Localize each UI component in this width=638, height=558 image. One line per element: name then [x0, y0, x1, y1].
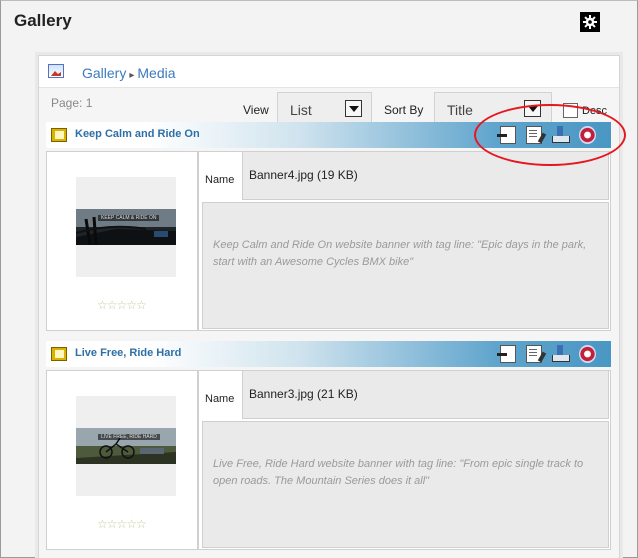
name-label: Name	[205, 174, 235, 186]
column-divider	[197, 152, 199, 330]
delete-icon[interactable]	[579, 345, 596, 363]
file-name-field: Banner3.jpg (21 KB)	[242, 371, 609, 419]
image-type-icon	[51, 128, 67, 142]
page-title: Gallery	[14, 11, 72, 30]
chevron-down-icon[interactable]	[524, 100, 541, 117]
breadcrumb-link-media[interactable]: Media	[137, 65, 175, 81]
name-label: Name	[205, 393, 235, 405]
file-name-value: Banner4.jpg (19 KB)	[249, 168, 358, 182]
description-field: Live Free, Ride Hard website banner with…	[202, 421, 609, 548]
download-icon[interactable]	[552, 345, 570, 363]
description-text: Live Free, Ride Hard website banner with…	[213, 458, 584, 487]
view-select-value: List	[290, 102, 312, 118]
item-title[interactable]: Keep Calm and Ride On	[75, 128, 200, 140]
file-name-value: Banner3.jpg (21 KB)	[249, 387, 358, 401]
item-title[interactable]: Live Free, Ride Hard	[75, 347, 181, 359]
chevron-down-icon[interactable]	[345, 100, 362, 117]
file-name-field: Banner4.jpg (19 KB)	[242, 152, 609, 200]
banner-image: LIVE FREE, RIDE HARD	[76, 428, 176, 464]
edit-icon[interactable]	[526, 345, 542, 363]
gallery-panel: Gallery ▸ Media Page: 1 View List Sort By …	[38, 55, 620, 558]
breadcrumb-separator: ▸	[129, 70, 135, 81]
edit-icon[interactable]	[526, 126, 542, 144]
view-label: View	[243, 103, 269, 117]
image-type-icon	[51, 347, 67, 361]
description-field: Keep Calm and Ride On website banner wit…	[202, 202, 609, 329]
breadcrumb-bar: Gallery ▸ Media	[39, 56, 619, 88]
breadcrumb: Gallery ▸ Media	[82, 65, 176, 81]
desc-label: Desc	[582, 105, 608, 117]
star-rating[interactable]: ☆☆☆☆☆	[97, 298, 147, 312]
page-indicator: Page: 1	[51, 96, 93, 110]
sort-select-value: Title	[447, 102, 473, 118]
download-icon[interactable]	[552, 126, 570, 144]
star-rating[interactable]: ☆☆☆☆☆	[97, 517, 147, 531]
item-header: Live Free, Ride Hard	[46, 341, 611, 367]
delete-icon[interactable]	[579, 126, 596, 144]
breadcrumb-link-gallery[interactable]: Gallery	[82, 65, 126, 81]
sort-label: Sort By	[384, 103, 424, 117]
item-thumbnail[interactable]: LIVE FREE, RIDE HARD	[76, 396, 176, 496]
item-thumbnail[interactable]: KEEP CALM & RIDE ON	[76, 177, 176, 277]
gallery-picture-icon	[48, 64, 64, 78]
item-card: LIVE FREE, RIDE HARD ☆☆☆☆☆ Name Banner3.…	[46, 370, 611, 550]
item-card: KEEP CALM & RIDE ON ☆☆☆☆☆ Name Banner4.j…	[46, 151, 611, 331]
item-header: Keep Calm and Ride On	[46, 122, 611, 148]
banner-caption: LIVE FREE, RIDE HARD	[98, 434, 160, 440]
desc-checkbox[interactable]	[563, 103, 578, 118]
column-divider	[197, 371, 199, 549]
description-text: Keep Calm and Ride On website banner wit…	[213, 239, 587, 268]
banner-caption: KEEP CALM & RIDE ON	[98, 215, 160, 221]
move-icon[interactable]	[497, 126, 516, 144]
gear-icon[interactable]	[580, 12, 600, 32]
move-icon[interactable]	[497, 345, 516, 363]
banner-image: KEEP CALM & RIDE ON	[76, 209, 176, 245]
